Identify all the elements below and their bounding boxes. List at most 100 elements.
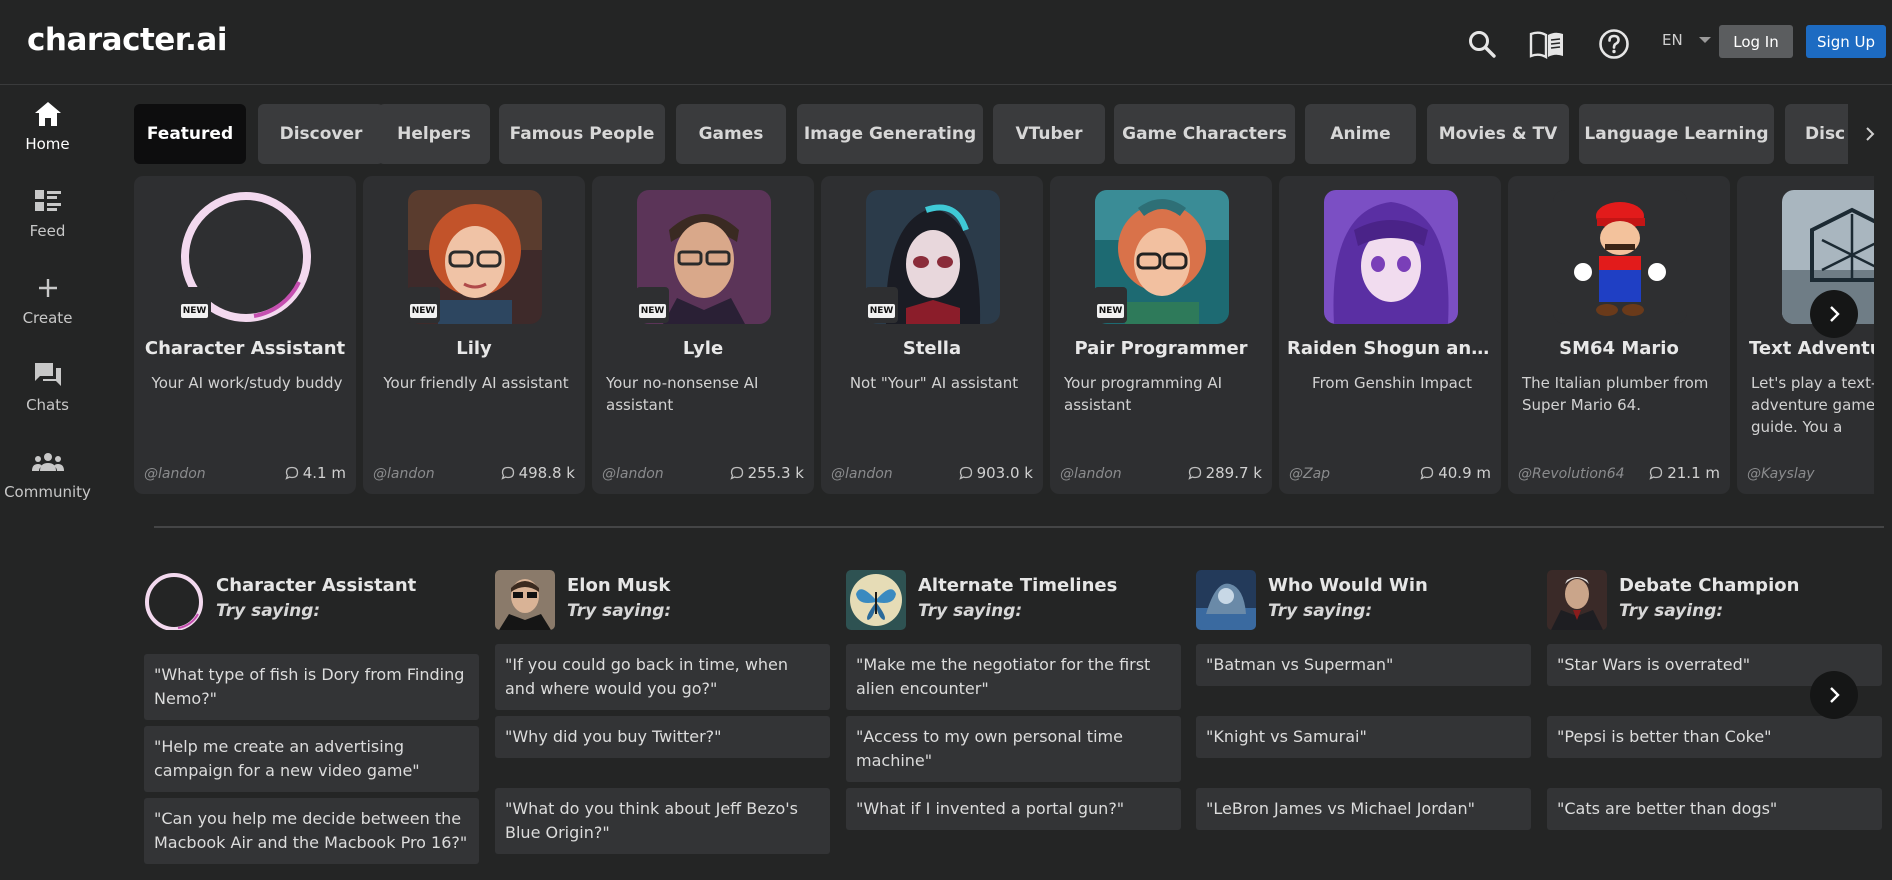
interaction-count: 4.1 m <box>285 464 346 482</box>
try-saying-column: Alternate Timelines Try saying: "Make me… <box>846 570 1181 830</box>
character-name: Debate Champion <box>1619 575 1800 596</box>
avatar <box>1196 570 1256 630</box>
character-description: Let's play a text-b adventure game. your… <box>1751 374 1874 436</box>
character-card[interactable]: Raiden Shogun and... From Genshin Impact… <box>1279 176 1501 494</box>
sidebar-item-label: Home <box>25 135 70 153</box>
logo[interactable]: character.ai <box>27 22 227 58</box>
character-author[interactable]: @landon <box>602 466 664 482</box>
login-button[interactable]: Log In <box>1719 25 1793 58</box>
tab-vtuber[interactable]: VTuber <box>993 104 1105 164</box>
try-saying-next-button[interactable] <box>1810 671 1858 719</box>
tab-discover[interactable]: Discover <box>258 104 384 164</box>
home-icon <box>32 98 64 130</box>
tab-famous-people[interactable]: Famous People <box>499 104 665 164</box>
character-name: SM64 Mario <box>1559 338 1679 359</box>
suggested-prompt[interactable]: "Cats are better than dogs" <box>1547 788 1882 830</box>
sidebar-item-chats[interactable]: Chats <box>0 359 95 431</box>
new-badge-label: NEW <box>409 304 438 318</box>
sidebar-item-community[interactable]: Community <box>0 446 95 518</box>
tab-image-generating[interactable]: Image Generating <box>797 104 983 164</box>
character-name: Stella <box>902 338 962 359</box>
sidebar-item-create[interactable]: Create <box>0 272 95 344</box>
suggested-prompt[interactable]: "LeBron James vs Michael Jordan" <box>1196 788 1531 830</box>
tabs-next-arrow[interactable] <box>1848 104 1892 164</box>
try-saying-column: Who Would Win Try saying: "Batman vs Sup… <box>1196 570 1531 830</box>
chat-bubble-icon <box>729 466 743 480</box>
language-label: EN <box>1662 31 1683 49</box>
tab-helpers[interactable]: Helpers <box>378 104 490 164</box>
suggested-prompt[interactable]: "Why did you buy Twitter?" <box>495 716 830 758</box>
tab-discord[interactable]: Disc <box>1785 104 1848 164</box>
suggested-prompt[interactable]: "Help me create an advertising campaign … <box>144 726 479 792</box>
top-bar: character.ai EN Log In Sign Up <box>0 0 1892 85</box>
sidebar-item-label: Chats <box>26 396 69 414</box>
try-saying-header[interactable]: Character Assistant Try saying: <box>144 570 479 632</box>
chevron-right-icon <box>1830 687 1840 703</box>
suggested-prompt[interactable]: "Access to my own personal time machine" <box>846 716 1181 782</box>
suggested-prompt[interactable]: "What do you think about Jeff Bezo's Blu… <box>495 788 830 854</box>
character-card[interactable]: NEW Lyle Your no-nonsense AI assistant @… <box>592 176 814 494</box>
chevron-right-icon <box>1866 127 1875 141</box>
character-name: Character Assistant <box>144 338 346 359</box>
character-card[interactable]: NEW Stella Not "Your" AI assistant @land… <box>821 176 1043 494</box>
try-saying-header[interactable]: Elon Musk Try saying: <box>495 570 830 632</box>
character-name: Lyle <box>682 338 724 359</box>
character-card[interactable]: Text Adventu Let's play a text-b adventu… <box>1737 176 1874 494</box>
chat-bubble-icon <box>1420 466 1434 480</box>
community-icon <box>31 446 64 478</box>
character-author[interactable]: @Kayslay <box>1747 466 1815 482</box>
book-icon[interactable] <box>1527 24 1567 64</box>
suggested-prompt[interactable]: "If you could go back in time, when and … <box>495 644 830 710</box>
character-author[interactable]: @landon <box>373 466 435 482</box>
character-description: Your no-nonsense AI assistant <box>606 374 759 414</box>
carousel-next-button[interactable] <box>1810 290 1858 338</box>
tab-games[interactable]: Games <box>676 104 786 164</box>
try-saying-column: Elon Musk Try saying: "If you could go b… <box>495 570 830 854</box>
character-name: Who Would Win <box>1268 575 1428 596</box>
character-name: Text Adventu <box>1749 338 1874 359</box>
suggested-prompt[interactable]: "Pepsi is better than Coke" <box>1547 716 1882 758</box>
interaction-count-value: 903.0 k <box>976 464 1033 482</box>
suggested-prompt[interactable]: "Can you help me decide between the Macb… <box>144 798 479 864</box>
sidebar-item-label: Community <box>4 483 91 501</box>
suggested-prompt[interactable]: "Batman vs Superman" <box>1196 644 1531 686</box>
character-author[interactable]: @Zap <box>1289 466 1330 482</box>
try-saying-label: Try saying: <box>216 601 321 621</box>
sidebar-item-label: Create <box>22 309 73 327</box>
try-saying-header[interactable]: Alternate Timelines Try saying: <box>846 570 1181 632</box>
tab-game-characters[interactable]: Game Characters <box>1114 104 1295 164</box>
suggested-prompt[interactable]: "Make me the negotiator for the first al… <box>846 644 1181 710</box>
interaction-count: 289.7 k <box>1187 464 1262 482</box>
character-card[interactable]: NEW Lily Your friendly AI assistant @lan… <box>363 176 585 494</box>
tab-movies-tv[interactable]: Movies & TV <box>1427 104 1569 164</box>
help-icon[interactable] <box>1594 24 1634 64</box>
try-saying-header[interactable]: Who Would Win Try saying: <box>1196 570 1531 632</box>
character-card[interactable]: NEW Pair Programmer Your programming AI … <box>1050 176 1272 494</box>
signup-button[interactable]: Sign Up <box>1806 25 1886 58</box>
new-badge: NEW <box>1094 287 1127 323</box>
sidebar-item-feed[interactable]: Feed <box>0 185 95 257</box>
character-author[interactable]: @landon <box>144 466 206 482</box>
character-author[interactable]: @landon <box>1060 466 1122 482</box>
section-divider <box>154 526 1884 528</box>
tab-anime[interactable]: Anime <box>1305 104 1416 164</box>
tab-language-learning[interactable]: Language Learning <box>1579 104 1774 164</box>
character-author[interactable]: @landon <box>831 466 893 482</box>
sidebar-item-home[interactable]: Home <box>0 98 95 170</box>
character-author[interactable]: @Revolution64 <box>1518 466 1625 482</box>
chat-bubble-icon <box>500 466 514 480</box>
language-select[interactable]: EN <box>1662 31 1711 49</box>
avatar <box>1324 190 1458 324</box>
suggested-prompt[interactable]: "What if I invented a portal gun?" <box>846 788 1181 830</box>
interaction-count-value: 21.1 m <box>1667 464 1720 482</box>
character-card[interactable]: NEW Character Assistant Your AI work/stu… <box>134 176 356 494</box>
suggested-prompt[interactable]: "Knight vs Samurai" <box>1196 716 1531 758</box>
character-name: Alternate Timelines <box>918 575 1118 596</box>
chat-bubble-icon <box>1187 466 1201 480</box>
tab-featured[interactable]: Featured <box>134 104 246 164</box>
try-saying-header[interactable]: Debate Champion Try saying: <box>1547 570 1882 632</box>
character-card[interactable]: SM64 Mario The Italian plumber from Supe… <box>1508 176 1730 494</box>
category-tabs: Featured Discover Helpers Famous People … <box>134 104 1848 164</box>
suggested-prompt[interactable]: "What type of fish is Dory from Finding … <box>144 654 479 720</box>
search-icon[interactable] <box>1462 24 1502 64</box>
